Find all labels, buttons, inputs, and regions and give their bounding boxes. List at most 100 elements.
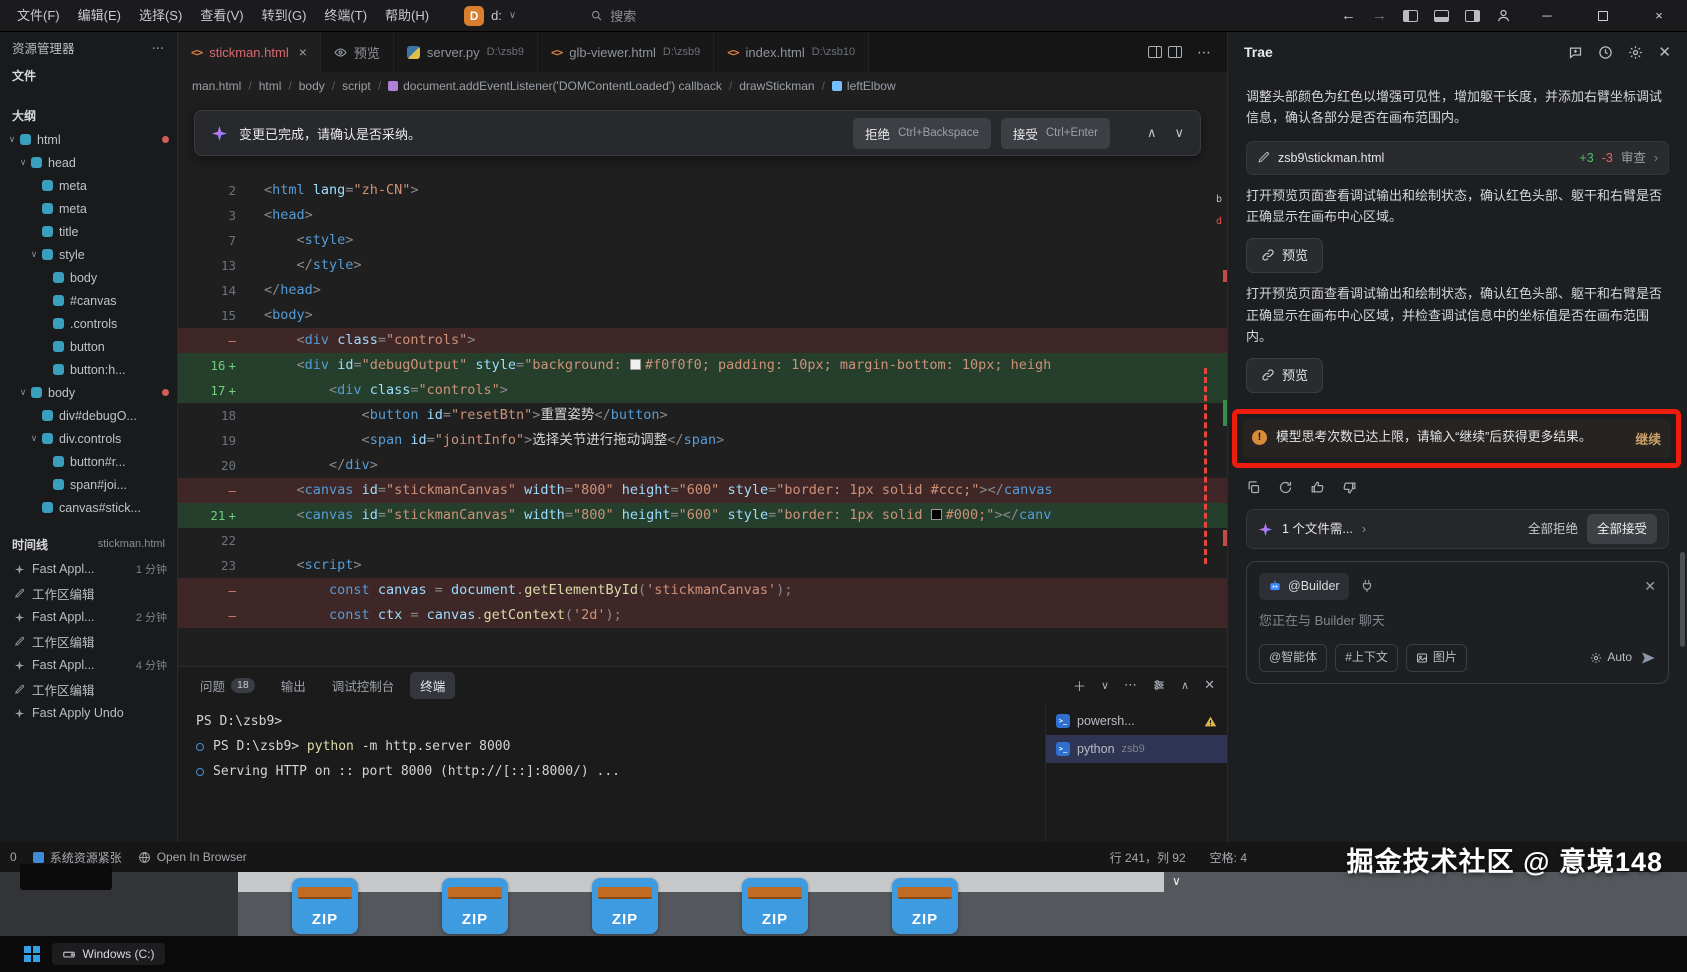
editor-tab[interactable]: <>glb-viewer.htmlD:\zsb9 (538, 32, 714, 72)
scrollbar-thumb[interactable] (1680, 552, 1685, 647)
accept-all-button[interactable]: 全部接受 (1587, 514, 1657, 545)
filter-icon[interactable] (1152, 678, 1166, 692)
close-icon[interactable]: × (299, 44, 307, 60)
more-actions-icon[interactable]: ⋯ (1124, 677, 1137, 693)
panel-tab[interactable]: 调试控制台 (322, 672, 405, 699)
outline-item[interactable]: #canvas (0, 289, 177, 312)
chevron-right-icon[interactable]: › (1362, 519, 1366, 540)
indentation-indicator[interactable]: 空格: 4 (1210, 849, 1247, 866)
breadcrumb-item[interactable]: document.addEventListener('DOMContentLoa… (388, 79, 722, 93)
accept-button[interactable]: 接受 Ctrl+Enter (1001, 118, 1110, 149)
outline-item[interactable]: button:h... (0, 358, 177, 381)
chevron-up-icon[interactable]: ∧ (1147, 125, 1157, 141)
chevron-down-icon[interactable]: ∨ (1101, 679, 1109, 692)
send-icon[interactable] (1640, 650, 1656, 666)
plug-icon[interactable] (1360, 579, 1374, 593)
model-auto-selector[interactable]: Auto (1590, 648, 1632, 668)
thumbs-down-icon[interactable] (1342, 480, 1357, 495)
chat-input-box[interactable]: @Builder ✕ 您正在与 Builder 聊天 @智能体#上下文图片 Au… (1246, 561, 1669, 684)
breadcrumb-item[interactable]: html (259, 79, 282, 93)
workspace-selector[interactable]: D d: ∨ (464, 6, 516, 26)
outline-item[interactable]: title (0, 220, 177, 243)
split-editor-icon[interactable] (1148, 46, 1182, 58)
menu-item[interactable]: 帮助(H) (376, 4, 438, 28)
toggle-sidebar-icon[interactable] (1403, 10, 1418, 22)
menu-item[interactable]: 文件(F) (8, 4, 69, 28)
outline-item[interactable]: span#joi... (0, 473, 177, 496)
menu-item[interactable]: 转到(G) (253, 4, 316, 28)
terminal-list-item[interactable]: >_pythonzsb9 (1046, 735, 1227, 763)
chevron-up-icon[interactable]: ∧ (1181, 679, 1189, 692)
menu-item[interactable]: 选择(S) (130, 4, 191, 28)
copy-icon[interactable] (1246, 480, 1261, 495)
outline-item[interactable]: button#r... (0, 450, 177, 473)
editor-tab[interactable]: server.pyD:\zsb9 (394, 32, 538, 72)
close-button[interactable]: × (1639, 0, 1679, 32)
toggle-secondary-sidebar-icon[interactable] (1465, 10, 1480, 22)
outline-item[interactable]: meta (0, 174, 177, 197)
chat-input-placeholder[interactable]: 您正在与 Builder 聊天 (1259, 610, 1656, 631)
more-actions-icon[interactable]: ⋯ (152, 40, 166, 55)
account-icon[interactable] (1496, 8, 1511, 23)
outline-item[interactable]: ∨head (0, 151, 177, 174)
outline-item[interactable]: .controls (0, 312, 177, 335)
preview-button[interactable]: 预览 (1246, 358, 1323, 393)
zip-file-icon[interactable]: ZIP (742, 878, 808, 934)
panel-tab[interactable]: 终端 (410, 672, 455, 699)
editor-tab[interactable]: <>stickman.html× (178, 32, 321, 72)
explorer-header[interactable]: 资源管理器 ⋯ (0, 32, 177, 62)
editor-tab[interactable]: <>index.htmlD:\zsb10 (714, 32, 869, 72)
open-in-browser[interactable]: Open In Browser (138, 850, 247, 864)
reject-all-button[interactable]: 全部拒绝 (1528, 519, 1578, 540)
timeline-item[interactable]: Fast Appl...4 分钟 (0, 653, 177, 677)
context-chip[interactable]: @智能体 (1259, 644, 1327, 672)
history-icon[interactable] (1598, 45, 1613, 60)
panel-tab[interactable]: 问题18 (190, 672, 265, 699)
zip-file-icon[interactable]: ZIP (592, 878, 658, 934)
outline-item[interactable]: button (0, 335, 177, 358)
regenerate-icon[interactable] (1278, 480, 1293, 495)
gear-icon[interactable] (1628, 45, 1643, 60)
minimize-button[interactable]: ─ (1527, 0, 1567, 32)
menu-item[interactable]: 编辑(E) (69, 4, 130, 28)
timeline-section-header[interactable]: 时间线 stickman.html (0, 531, 177, 557)
changed-file-card[interactable]: zsb9\stickman.html +3 -3 审查 › (1246, 141, 1669, 175)
panel-tab[interactable]: 输出 (271, 672, 316, 699)
resource-warning[interactable]: 系统资源紧张 (33, 849, 122, 866)
thumbs-up-icon[interactable] (1310, 480, 1325, 495)
timeline-item[interactable]: 工作区编辑 (0, 581, 177, 605)
line-col-indicator[interactable]: 行 241，列 92 (1110, 849, 1186, 866)
reject-button[interactable]: 拒绝 Ctrl+Backspace (853, 118, 991, 149)
back-button[interactable]: ← (1341, 7, 1356, 24)
outline-item[interactable]: ∨body (0, 381, 177, 404)
outline-item[interactable]: ∨div.controls (0, 427, 177, 450)
timeline-item[interactable]: 工作区编辑 (0, 677, 177, 701)
outline-item[interactable]: ∨html (0, 128, 177, 151)
terminal-list-item[interactable]: >_powersh... (1046, 707, 1227, 735)
preview-button[interactable]: 预览 (1246, 238, 1323, 273)
breadcrumb-item[interactable]: script (342, 79, 371, 93)
breadcrumb-item[interactable]: leftElbow (832, 79, 896, 93)
outline-section-header[interactable]: 大纲 (0, 102, 177, 128)
zip-file-icon[interactable]: ZIP (442, 878, 508, 934)
files-section-header[interactable]: 文件 (0, 62, 177, 88)
timeline-item[interactable]: 工作区编辑 (0, 629, 177, 653)
breadcrumb-item[interactable]: man.html (192, 79, 241, 93)
windows-start-icon[interactable] (24, 946, 40, 962)
outline-item[interactable]: div#debugO... (0, 404, 177, 427)
agent-pill[interactable]: @Builder (1259, 573, 1349, 600)
menu-item[interactable]: 查看(V) (191, 4, 252, 28)
outline-item[interactable]: canvas#stick... (0, 496, 177, 519)
timeline-item[interactable]: Fast Apply Undo (0, 701, 177, 725)
maximize-button[interactable] (1583, 0, 1623, 32)
taskbar-item-drive[interactable]: Windows (C:) (52, 943, 165, 965)
toggle-panel-icon[interactable] (1434, 10, 1449, 22)
chevron-down-icon[interactable]: ∨ (1174, 125, 1184, 141)
zip-file-icon[interactable]: ZIP (892, 878, 958, 934)
search-input[interactable]: 搜索 (580, 3, 646, 28)
forward-button[interactable]: → (1372, 7, 1387, 24)
close-icon[interactable]: ✕ (1644, 575, 1656, 598)
timeline-item[interactable]: Fast Appl...2 分钟 (0, 605, 177, 629)
new-terminal-icon[interactable]: ＋ (1073, 676, 1086, 695)
zip-file-icon[interactable]: ZIP (292, 878, 358, 934)
